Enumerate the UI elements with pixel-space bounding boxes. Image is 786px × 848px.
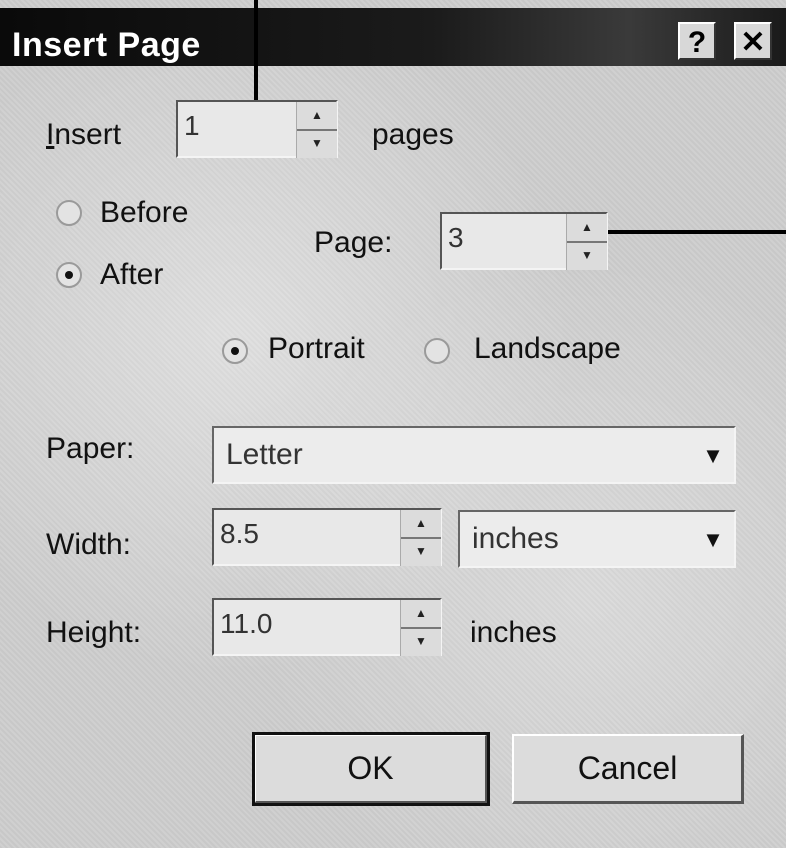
width-spinner[interactable]: 8.5 ▲ ▼: [212, 508, 442, 566]
cancel-button[interactable]: Cancel: [512, 734, 744, 804]
portrait-label: Portrait: [268, 332, 365, 365]
insert-count-value: 1: [184, 110, 200, 141]
after-label: After: [100, 258, 164, 291]
height-spin-arrows[interactable]: ▲ ▼: [400, 600, 441, 656]
page-number-spinner[interactable]: 3 ▲ ▼: [440, 212, 608, 270]
spin-down-icon[interactable]: ▼: [567, 242, 607, 269]
ok-button[interactable]: OK: [252, 732, 490, 806]
width-unit-dropdown[interactable]: inches ▼: [458, 510, 736, 568]
chevron-down-icon[interactable]: ▼: [698, 526, 728, 554]
insert-label: Insert: [46, 118, 122, 151]
height-spinner[interactable]: 11.0 ▲ ▼: [212, 598, 442, 656]
help-button[interactable]: ?: [678, 22, 716, 60]
insert-spin-arrows[interactable]: ▲ ▼: [296, 102, 337, 158]
close-button[interactable]: ✕: [734, 22, 772, 60]
after-radio[interactable]: [56, 262, 82, 288]
height-unit-label: inches: [470, 616, 557, 649]
spin-up-icon[interactable]: ▲: [297, 102, 337, 131]
portrait-radio[interactable]: [222, 338, 248, 364]
page-number-value: 3: [448, 222, 464, 253]
insert-page-dialog: Insert Page ? ✕ Insert 1 ▲ ▼ pages Befor…: [0, 0, 786, 848]
dialog-title: Insert Page: [12, 26, 201, 64]
spin-up-icon[interactable]: ▲: [401, 510, 441, 539]
width-spin-arrows[interactable]: ▲ ▼: [400, 510, 441, 566]
page-label: Page:: [314, 226, 393, 259]
before-radio[interactable]: [56, 200, 82, 226]
page-spin-arrows[interactable]: ▲ ▼: [566, 214, 607, 270]
spin-down-icon[interactable]: ▼: [401, 538, 441, 565]
spin-up-icon[interactable]: ▲: [401, 600, 441, 629]
spin-up-icon[interactable]: ▲: [567, 214, 607, 243]
height-value: 11.0: [220, 608, 273, 639]
insert-count-spinner[interactable]: 1 ▲ ▼: [176, 100, 338, 158]
height-label: Height:: [46, 616, 142, 649]
paper-dropdown[interactable]: Letter ▼: [212, 426, 736, 484]
width-label: Width:: [46, 528, 132, 561]
before-label: Before: [100, 196, 189, 229]
paper-label: Paper:: [46, 432, 135, 465]
width-unit-value: inches: [472, 522, 559, 555]
paper-value: Letter: [226, 438, 303, 471]
spin-down-icon[interactable]: ▼: [401, 628, 441, 655]
landscape-label: Landscape: [474, 332, 621, 365]
title-bar[interactable]: Insert Page ? ✕: [0, 8, 786, 66]
spin-down-icon[interactable]: ▼: [297, 130, 337, 157]
pages-label: pages: [372, 118, 454, 151]
landscape-radio[interactable]: [424, 338, 450, 364]
chevron-down-icon[interactable]: ▼: [698, 442, 728, 470]
width-value: 8.5: [220, 518, 259, 549]
